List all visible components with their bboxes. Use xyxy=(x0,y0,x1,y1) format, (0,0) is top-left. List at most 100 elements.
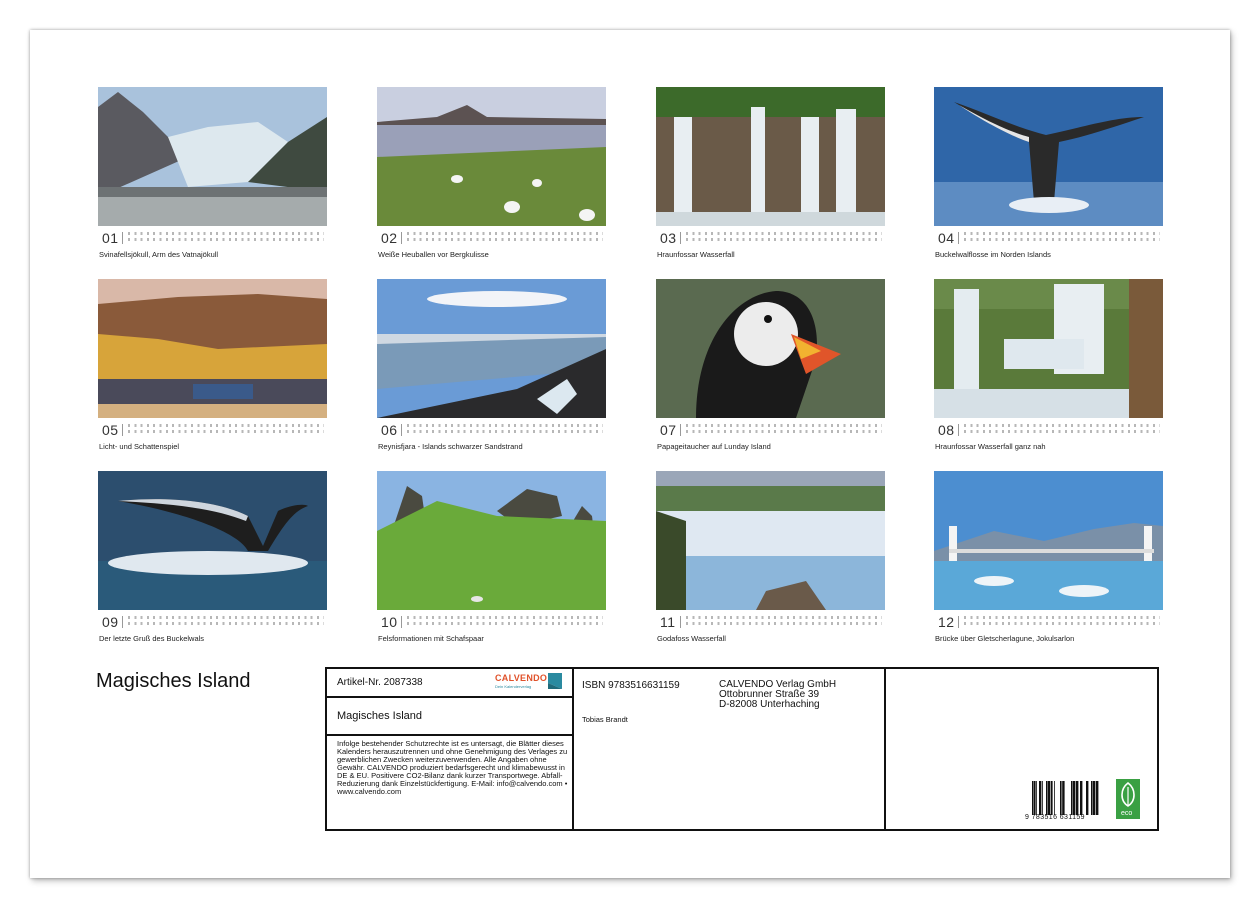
month-divider xyxy=(401,232,402,244)
isbn: ISBN 9783516631159 xyxy=(582,680,680,691)
month-number: 11 xyxy=(660,614,676,630)
day-grid xyxy=(964,232,1160,244)
month-calendar-strip: 10 xyxy=(377,612,606,632)
date-row xyxy=(128,238,324,241)
month-calendar-strip: 03 xyxy=(656,228,885,248)
month-number: 05 xyxy=(102,422,119,438)
month-02: 02 Weiße Heuballen vor Bergkulisse xyxy=(377,87,606,259)
month-05: 05 Licht- und Schattenspiel xyxy=(98,279,327,451)
month-number: 10 xyxy=(381,614,398,630)
date-row xyxy=(964,238,1160,241)
month-03: 03 Hraunfossar Wasserfall xyxy=(656,87,885,259)
barcode-digits: 9 783516 631159 xyxy=(1025,814,1085,821)
month-number: 07 xyxy=(660,422,677,438)
weekday-row xyxy=(128,616,324,619)
month-number: 01 xyxy=(102,230,119,246)
waterfall-photo xyxy=(656,87,885,226)
month-divider xyxy=(122,232,123,244)
month-caption: Weiße Heuballen vor Bergkulisse xyxy=(378,250,489,259)
article-number: Artikel-Nr. 2087338 xyxy=(337,677,423,688)
month-10: 10 Felsformationen mit Schafspaar xyxy=(377,471,606,643)
month-divider xyxy=(122,424,123,436)
publisher-address: CALVENDO Verlag GmbH Ottobrunner Straße … xyxy=(719,680,836,710)
calvendo-logo-icon xyxy=(548,673,562,689)
month-11: 11 Godafoss Wasserfall xyxy=(656,471,885,643)
publisher-city: D-82008 Unterhaching xyxy=(719,699,820,710)
month-caption: Papageitaucher auf Lunday Island xyxy=(657,442,771,451)
month-06: 06 Reynisfjara - Islands schwarzer Sandst… xyxy=(377,279,606,451)
month-calendar-strip: 07 xyxy=(656,420,885,440)
month-divider xyxy=(680,424,681,436)
info-column-middle: ISBN 9783516631159 Tobias Brandt CALVEND… xyxy=(574,669,886,829)
godafoss-photo xyxy=(656,471,885,610)
month-calendar-strip: 11 xyxy=(656,612,885,632)
weekday-row xyxy=(964,616,1160,619)
date-row xyxy=(686,430,882,433)
month-caption: Hraunfossar Wasserfall xyxy=(657,250,735,259)
day-grid xyxy=(686,232,882,244)
month-caption: Der letzte Gruß des Buckelwals xyxy=(99,634,205,643)
day-grid xyxy=(128,424,324,436)
black-beach-photo xyxy=(377,279,606,418)
puffin-photo xyxy=(656,279,885,418)
product-title: Magisches Island xyxy=(337,710,422,722)
weekday-row xyxy=(407,232,603,235)
month-08: 08 Hraunfossar Wasserfall ganz nah xyxy=(934,279,1163,451)
month-divider xyxy=(958,232,959,244)
month-divider xyxy=(958,616,959,628)
barcode xyxy=(1032,781,1099,815)
date-row xyxy=(128,622,324,625)
day-grid xyxy=(686,424,882,436)
product-title-cell: Magisches Island xyxy=(327,698,572,736)
month-divider xyxy=(958,424,959,436)
weekday-row xyxy=(407,616,603,619)
calendar-title: Magisches Island xyxy=(96,670,251,692)
weekday-row xyxy=(128,232,324,235)
day-grid xyxy=(407,232,603,244)
day-grid xyxy=(964,616,1160,628)
date-row xyxy=(964,622,1160,625)
month-calendar-strip: 05 xyxy=(98,420,327,440)
leaf-icon xyxy=(1121,781,1135,807)
glacier-photo xyxy=(98,87,327,226)
day-grid xyxy=(964,424,1160,436)
weekday-row xyxy=(686,424,882,427)
month-number: 06 xyxy=(381,422,398,438)
month-caption: Brücke über Gletscherlagune, Jokulsarlon xyxy=(935,634,1075,643)
month-01: 01 Svinafellsjökull, Arm des Vatnajökull xyxy=(98,87,327,259)
month-number: 09 xyxy=(102,614,119,630)
weekday-row xyxy=(964,424,1160,427)
day-grid xyxy=(407,424,603,436)
rock-formations-photo xyxy=(377,471,606,610)
month-number: 08 xyxy=(938,422,955,438)
month-caption: Hraunfossar Wasserfall ganz nah xyxy=(935,442,1046,451)
date-row xyxy=(407,238,603,241)
weekday-row xyxy=(128,424,324,427)
day-grid xyxy=(686,616,882,628)
legal-cell: Infolge bestehender Schutzrechte ist es … xyxy=(327,736,572,829)
month-07: 07 Papageitaucher auf Lunday Island xyxy=(656,279,885,451)
harbour-mountain-photo xyxy=(98,279,327,418)
product-info-box: Artikel-Nr. 2087338 CALVENDO Dein Kalend… xyxy=(325,667,1159,831)
month-divider xyxy=(401,616,402,628)
weekday-row xyxy=(964,232,1160,235)
month-number: 04 xyxy=(938,230,955,246)
month-09: 09 Der letzte Gruß des Buckelwals xyxy=(98,471,327,643)
month-caption: Buckelwalflosse im Norden Islands xyxy=(935,250,1051,259)
month-caption: Reynisfjara - Islands schwarzer Sandstra… xyxy=(378,442,523,451)
eco-label: eco xyxy=(1116,779,1140,819)
bridge-lagoon-photo xyxy=(934,471,1163,610)
date-row xyxy=(407,622,603,625)
month-number: 12 xyxy=(938,614,955,630)
day-grid xyxy=(128,232,324,244)
info-column-left: Artikel-Nr. 2087338 CALVENDO Dein Kalend… xyxy=(327,669,574,829)
month-caption: Felsformationen mit Schafspaar xyxy=(378,634,484,643)
legal-text: Infolge bestehender Schutzrechte ist es … xyxy=(337,739,568,796)
month-number: 03 xyxy=(660,230,677,246)
month-12: 12 Brücke über Gletscherlagune, Jokulsarl… xyxy=(934,471,1163,643)
weekday-row xyxy=(407,424,603,427)
month-divider xyxy=(122,616,123,628)
calvendo-logo: CALVENDO Dein Kalenderverlag xyxy=(495,672,565,692)
month-calendar-strip: 04 xyxy=(934,228,1163,248)
month-caption: Godafoss Wasserfall xyxy=(657,634,726,643)
